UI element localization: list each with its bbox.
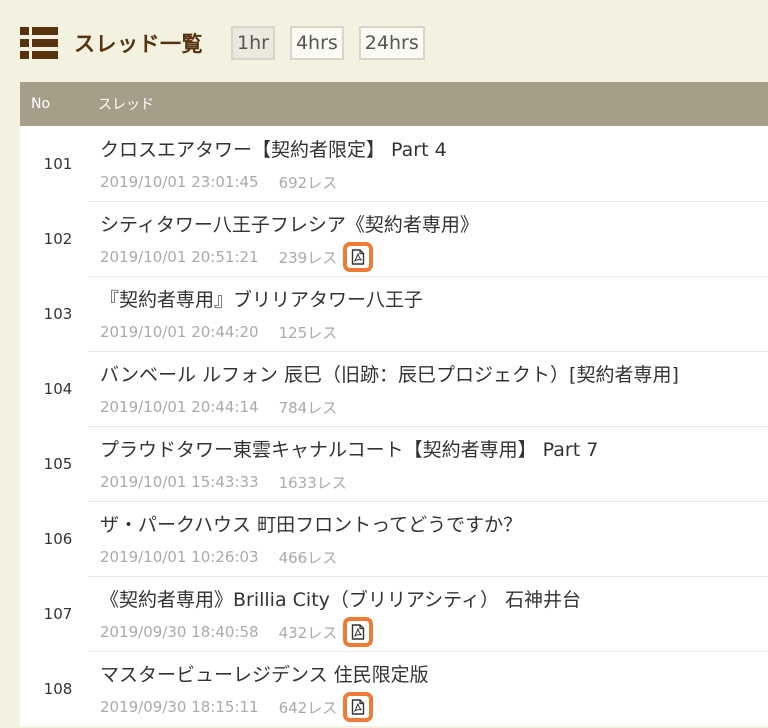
table-row[interactable]: 105 プラウドタワー東雲キャナルコート【契約者専用】 Part 7 2019/… [20, 426, 768, 501]
table-row[interactable]: 101 クロスエアタワー【契約者限定】 Part 4 2019/10/01 23… [20, 126, 768, 201]
reply-count: 239レス [278, 248, 338, 267]
thread-title-link[interactable]: 『契約者専用』ブリリアタワー八王子 [100, 288, 768, 312]
thread-date: 2019/10/01 10:26:03 [100, 548, 259, 566]
thread-meta: 2019/10/01 15:43:33 1633レス [100, 470, 768, 494]
column-header-thread: スレッド [98, 97, 154, 113]
thread-meta: 2019/10/01 20:51:21 239レス [100, 242, 768, 272]
thread-meta: 2019/10/01 20:44:14 784レス [100, 395, 768, 419]
thread-meta: 2019/10/01 23:01:45 692レス [100, 170, 768, 194]
thread-number: 105 [43, 454, 73, 473]
thread-number: 106 [43, 529, 73, 548]
table-header: No スレッド [20, 82, 768, 126]
thread-date: 2019/10/01 20:51:21 [100, 248, 259, 266]
thread-meta: 2019/09/30 18:40:58 432レス [100, 617, 768, 647]
reply-count: 466レス [278, 548, 338, 567]
table-row[interactable]: 104 バンベール ルフォン 辰巳（旧跡：辰巳プロジェクト）[契約者専用] 20… [20, 351, 768, 426]
range-4hrs-button[interactable]: 4hrs [289, 26, 344, 60]
page-header: スレッド一覧 1hr 4hrs 24hrs [20, 20, 440, 66]
column-header-no: No [31, 96, 51, 112]
table-row[interactable]: 107 《契約者専用》Brillia City（ブリリアシティ） 石神井台 20… [20, 576, 768, 651]
table-row[interactable]: 108 マスタービューレジデンス 住民限定版 2019/09/30 18:15:… [20, 651, 768, 726]
thread-meta: 2019/10/01 10:26:03 466レス [100, 545, 768, 569]
thread-meta: 2019/09/30 18:15:11 642レス [100, 692, 768, 722]
thread-title-link[interactable]: ザ・パークハウス 町田フロントってどうですか？ [100, 513, 768, 537]
thread-number: 102 [43, 229, 73, 248]
reply-count: 1633レス [278, 473, 347, 492]
thread-table: No スレッド 101 クロスエアタワー【契約者限定】 Part 4 2019/… [20, 82, 768, 726]
thread-rows: 101 クロスエアタワー【契約者限定】 Part 4 2019/10/01 23… [20, 126, 768, 726]
reply-count: 784レス [278, 398, 338, 417]
thread-title-link[interactable]: プラウドタワー東雲キャナルコート【契約者専用】 Part 7 [100, 438, 768, 462]
pdf-icon[interactable] [343, 617, 374, 647]
thread-number: 103 [43, 304, 73, 323]
thread-title-link[interactable]: バンベール ルフォン 辰巳（旧跡：辰巳プロジェクト）[契約者専用] [100, 363, 768, 387]
pdf-icon[interactable] [343, 242, 374, 272]
table-row[interactable]: 102 シティタワー八王子フレシア《契約者専用》 2019/10/01 20:5… [20, 201, 768, 276]
list-icon [20, 27, 58, 59]
thread-number: 107 [43, 604, 73, 623]
page-title: スレッド一覧 [74, 32, 203, 56]
thread-number: 108 [43, 679, 73, 698]
thread-date: 2019/09/30 18:40:58 [100, 623, 259, 641]
reply-count: 125レス [278, 323, 338, 342]
reply-count: 432レス [278, 623, 338, 642]
range-1hr-button[interactable]: 1hr [231, 26, 275, 60]
reply-count: 642レス [278, 698, 338, 717]
thread-date: 2019/10/01 20:44:20 [100, 323, 259, 341]
thread-meta: 2019/10/01 20:44:20 125レス [100, 320, 768, 344]
table-row[interactable]: 103 『契約者専用』ブリリアタワー八王子 2019/10/01 20:44:2… [20, 276, 768, 351]
thread-title-link[interactable]: マスタービューレジデンス 住民限定版 [100, 663, 768, 687]
thread-date: 2019/10/01 15:43:33 [100, 473, 259, 491]
pdf-icon[interactable] [343, 692, 374, 722]
reply-count: 692レス [278, 173, 338, 192]
thread-number: 101 [43, 154, 73, 173]
table-row[interactable]: 106 ザ・パークハウス 町田フロントってどうですか？ 2019/10/01 1… [20, 501, 768, 576]
thread-title-link[interactable]: 《契約者専用》Brillia City（ブリリアシティ） 石神井台 [100, 588, 768, 612]
thread-number: 104 [43, 379, 73, 398]
thread-date: 2019/10/01 23:01:45 [100, 173, 259, 191]
thread-date: 2019/10/01 20:44:14 [100, 398, 259, 416]
thread-date: 2019/09/30 18:15:11 [100, 698, 259, 716]
range-24hrs-button[interactable]: 24hrs [358, 26, 425, 60]
thread-title-link[interactable]: シティタワー八王子フレシア《契約者専用》 [100, 213, 768, 237]
thread-title-link[interactable]: クロスエアタワー【契約者限定】 Part 4 [100, 138, 768, 162]
